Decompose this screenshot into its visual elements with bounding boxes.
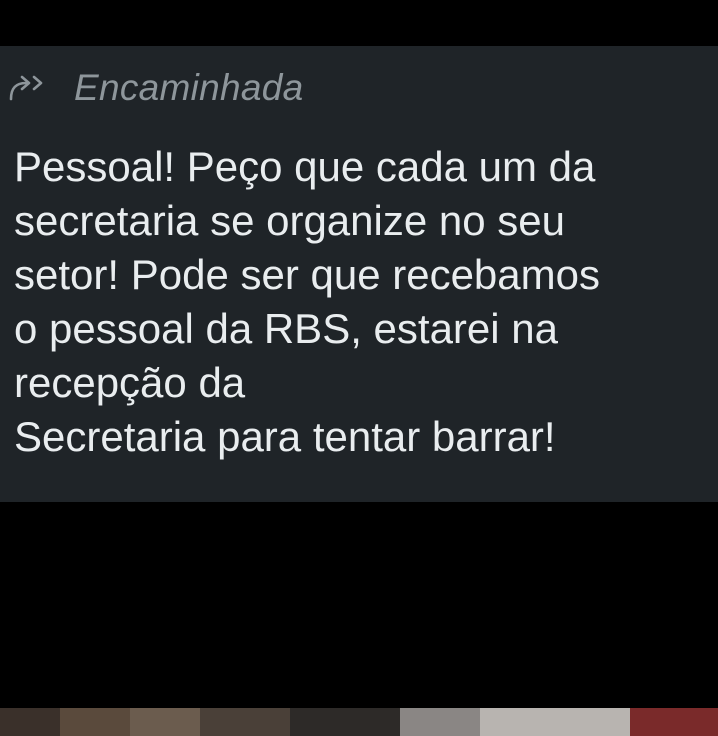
message-text: Pessoal! Peço que cada um da secretaria … <box>14 140 714 464</box>
message-line: o pessoal da RBS, estarei na <box>14 305 558 352</box>
message-line: secretaria se organize no seu <box>14 197 565 244</box>
screenshot: Encaminhada Pessoal! Peço que cada um da… <box>0 0 718 736</box>
message-bubble[interactable]: Encaminhada Pessoal! Peço que cada um da… <box>0 46 718 502</box>
forwarded-label: Encaminhada <box>74 67 304 108</box>
message-line: Pessoal! Peço que cada um da <box>14 143 596 190</box>
bottom-image-strip <box>0 708 718 736</box>
forward-arrow-icon <box>8 73 52 103</box>
forwarded-header: Encaminhada <box>8 66 304 110</box>
message-line: setor! Pode ser que recebamos <box>14 251 600 298</box>
message-line: Secretaria para tentar barrar! <box>14 413 556 460</box>
message-line: recepção da <box>14 359 246 406</box>
